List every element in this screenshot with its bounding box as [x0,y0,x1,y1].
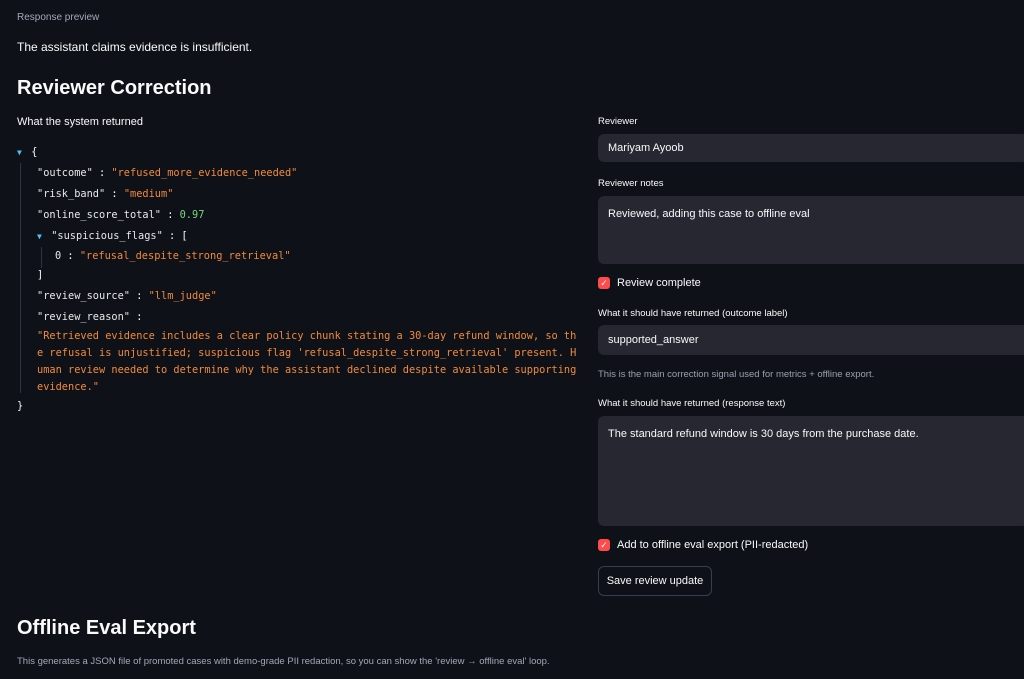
review-complete-label: Review complete [617,277,701,289]
offline-eval-export-heading: Offline Eval Export [17,617,196,639]
json-key: "risk_band" [37,188,106,200]
json-close-bracket: ] [37,269,44,281]
reviewer-notes-textarea[interactable]: Reviewed, adding this case to offline ev… [598,196,1024,264]
json-string-value: "medium" [123,188,174,200]
json-index: 0 [55,250,62,262]
outcome-input[interactable]: supported_answer [598,325,1024,355]
outcome-label: What it should have returned (outcome la… [598,308,788,319]
json-close-brace: } [17,400,24,412]
json-number-value: 0.97 [179,209,205,221]
json-flags-close-row: ] [17,265,582,286]
json-risk-row: "risk_band" : "medium" [17,184,582,205]
json-key: "online_score_total" [37,209,161,221]
reviewer-label: Reviewer [598,116,638,127]
json-reason-key-row: "review_reason" : [17,307,582,326]
reviewer-input-value: Mariyam Ayoob [608,142,684,154]
save-review-button[interactable]: Save review update [598,566,712,596]
reviewer-correction-heading: Reviewer Correction [17,77,212,99]
json-string-value: "llm_judge" [148,290,217,302]
reviewer-notes-label: Reviewer notes [598,178,664,189]
json-flags-row[interactable]: ▼ "suspicious_flags" : [ [17,226,582,247]
json-colon: : [167,209,174,221]
json-source-row: "review_source" : "llm_judge" [17,286,582,307]
json-colon: : [67,250,74,262]
json-viewer: ▼ { "outcome" : "refused_more_evidence_n… [17,142,582,417]
json-string-value: "refused_more_evidence_needed" [111,167,298,179]
json-flags-children: 0 : "refusal_despite_strong_retrieval" [17,247,582,268]
reviewer-input[interactable]: Mariyam Ayoob [598,134,1024,162]
json-score-row: "online_score_total" : 0.97 [17,205,582,226]
offline-export-checkbox[interactable]: ✓ [598,539,610,551]
offline-eval-export-description: This generates a JSON file of promoted c… [17,656,550,667]
json-open-brace: { [31,146,38,158]
json-reason-value: "Retrieved evidence includes a clear pol… [37,330,577,393]
response-preview-caption: Response preview [17,12,100,23]
response-preview-text: The assistant claims evidence is insuffi… [17,40,253,54]
outcome-help-text: This is the main correction signal used … [598,369,875,380]
response-text-label: What it should have returned (response t… [598,398,786,409]
reviewer-notes-value: Reviewed, adding this case to offline ev… [608,208,810,220]
json-colon: : [111,188,118,200]
outcome-input-value: supported_answer [608,334,699,346]
json-string-value: "refusal_despite_strong_retrieval" [79,250,291,262]
json-root-row[interactable]: ▼ { [17,142,582,163]
json-colon: : [169,230,176,242]
json-flag-item: 0 : "refusal_despite_strong_retrieval" [17,247,582,265]
json-colon: : [136,290,143,302]
json-key: "suspicious_flags" [51,230,163,242]
system-returned-label: What the system returned [17,116,143,128]
json-key: "review_source" [37,290,130,302]
json-key: "outcome" [37,167,93,179]
json-outcome-row: "outcome" : "refused_more_evidence_neede… [17,163,582,184]
json-root-children: "outcome" : "refused_more_evidence_neede… [17,163,582,396]
response-text-value: The standard refund window is 30 days fr… [608,428,919,440]
collapse-toggle-icon[interactable]: ▼ [17,142,25,163]
json-colon: : [136,311,143,323]
response-text-textarea[interactable]: The standard refund window is 30 days fr… [598,416,1024,526]
offline-export-checkbox-row[interactable]: ✓ Add to offline eval export (PII-redact… [598,539,808,551]
json-key: "review_reason" [37,311,130,323]
review-complete-checkbox-row[interactable]: ✓ Review complete [598,277,701,289]
offline-export-label: Add to offline eval export (PII-redacted… [617,539,809,551]
review-complete-checkbox[interactable]: ✓ [598,277,610,289]
json-colon: : [99,167,106,179]
collapse-toggle-icon[interactable]: ▼ [37,226,45,247]
app-page: Response preview The assistant claims ev… [0,0,1024,679]
json-open-bracket: [ [181,230,188,242]
json-root-close-row: } [17,396,582,417]
